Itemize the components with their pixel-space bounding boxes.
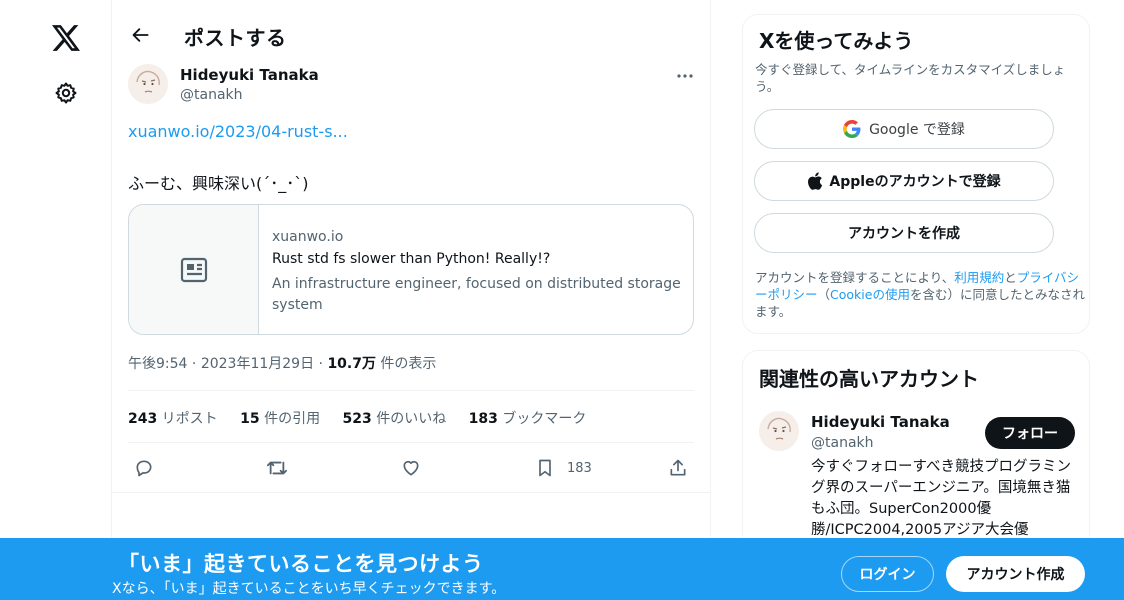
banner-title: 「いま」起きていることを見つけよう — [118, 552, 484, 576]
post-link[interactable]: xuanwo.io/2023/04-rust-s... — [128, 122, 348, 141]
like-button[interactable] — [395, 452, 427, 484]
divider — [128, 442, 694, 443]
bookmark-icon[interactable] — [529, 452, 561, 484]
author-handle[interactable]: @tanakh — [180, 87, 243, 103]
card-description: An infrastructure engineer, focused on d… — [272, 276, 681, 313]
apple-signup-button[interactable]: Appleのアカウントで登録 — [754, 161, 1054, 201]
post-meta: 午後9:54 · 2023年11月29日 · 10.7万 件の表示 — [128, 353, 436, 373]
reply-button[interactable] — [128, 452, 160, 484]
bookmark-count: 183 — [567, 460, 592, 476]
repost-icon[interactable] — [261, 452, 293, 484]
stat-reposts[interactable]: 243 リポスト — [128, 411, 218, 427]
gear-icon[interactable] — [44, 71, 88, 115]
avatar[interactable] — [759, 411, 799, 451]
card-domain: xuanwo.io — [272, 229, 344, 245]
signup-button[interactable]: アカウント作成 — [946, 556, 1085, 592]
signup-panel: Xを使ってみよう 今すぐ登録して、タイムラインをカスタマイズしましょう。 Goo… — [742, 14, 1090, 334]
post-header: ポストする — [112, 0, 710, 70]
signup-terms: アカウントを登録することにより、利用規約とプライバシーポリシー（Cookieの使… — [755, 270, 1085, 319]
repost-button[interactable] — [261, 452, 293, 484]
views-label: 件の表示 — [375, 356, 437, 372]
signup-title: Xを使ってみよう — [759, 29, 914, 53]
reply-icon[interactable] — [128, 452, 160, 484]
signup-subtitle: 今すぐ登録して、タイムラインをカスタマイズしましょう。 — [755, 62, 1066, 94]
post-detail-column: ポストする Hideyuki Tanaka @tanakh xuanwo.io/… — [112, 0, 711, 600]
card-title: Rust std fs slower than Python! Really!? — [272, 251, 551, 267]
stat-likes[interactable]: 523 件のいいね — [343, 411, 447, 427]
stat-quotes[interactable]: 15 件の引用 — [240, 411, 320, 427]
bookmark-button[interactable]: 183 — [529, 452, 592, 484]
apple-icon — [807, 172, 823, 190]
app-root: ポストする Hideyuki Tanaka @tanakh xuanwo.io/… — [0, 0, 1124, 600]
share-button[interactable] — [662, 452, 694, 484]
post-stats: 243 リポスト 15 件の引用 523 件のいいね 183 ブックマーク — [128, 408, 604, 428]
share-icon[interactable] — [662, 452, 694, 484]
heart-icon[interactable] — [395, 452, 427, 484]
google-signup-label: Google で登録 — [869, 122, 965, 138]
arrow-left-icon[interactable] — [124, 18, 158, 52]
x-logo-icon[interactable] — [44, 16, 88, 60]
divider — [112, 492, 710, 493]
post-date[interactable]: 2023年11月29日 — [201, 356, 314, 372]
related-title: 関連性の高いアカウント — [759, 367, 979, 391]
link-preview-card[interactable]: xuanwo.io Rust std fs slower than Python… — [128, 204, 694, 335]
meta-separator: · — [314, 356, 328, 372]
avatar[interactable] — [128, 64, 168, 104]
views-count: 10.7万 — [327, 356, 376, 372]
related-account-bio: 今すぐフォローすべき競技プログラミング界のスーパーエンジニア。国境無き猫もふ団。… — [811, 459, 1071, 538]
banner-subtitle: Xなら、「いま」起きていることをいち早くチェックできます。 — [112, 581, 506, 597]
post-time[interactable]: 午後9:54 — [128, 356, 187, 372]
create-account-button[interactable]: アカウントを作成 — [754, 213, 1054, 253]
article-icon — [129, 205, 259, 334]
divider — [128, 390, 694, 391]
login-banner: 「いま」起きていることを見つけよう Xなら、「いま」起きていることをいち早くチェ… — [0, 538, 1124, 600]
apple-signup-label: Appleのアカウントで登録 — [829, 174, 1001, 190]
meta-separator: · — [187, 356, 201, 372]
author-name[interactable]: Hideyuki Tanaka — [180, 66, 319, 84]
google-signup-button[interactable]: Google で登録 — [754, 109, 1054, 149]
stat-bookmarks: 183 ブックマーク — [468, 411, 587, 427]
google-icon — [843, 120, 861, 138]
related-account-name[interactable]: Hideyuki Tanaka — [811, 413, 950, 431]
login-button[interactable]: ログイン — [841, 556, 934, 592]
cookie-link[interactable]: Cookieの使用 — [830, 287, 910, 302]
page-title: ポストする — [184, 26, 287, 50]
related-account-handle[interactable]: @tanakh — [811, 435, 874, 451]
post-text: ふーむ、興味深い(´･_･`) — [128, 174, 309, 193]
create-account-label: アカウントを作成 — [848, 226, 960, 242]
more-icon[interactable] — [668, 62, 702, 90]
follow-button[interactable]: フォロー — [985, 417, 1075, 449]
terms-link[interactable]: 利用規約 — [954, 270, 1004, 285]
left-nav — [0, 0, 112, 600]
